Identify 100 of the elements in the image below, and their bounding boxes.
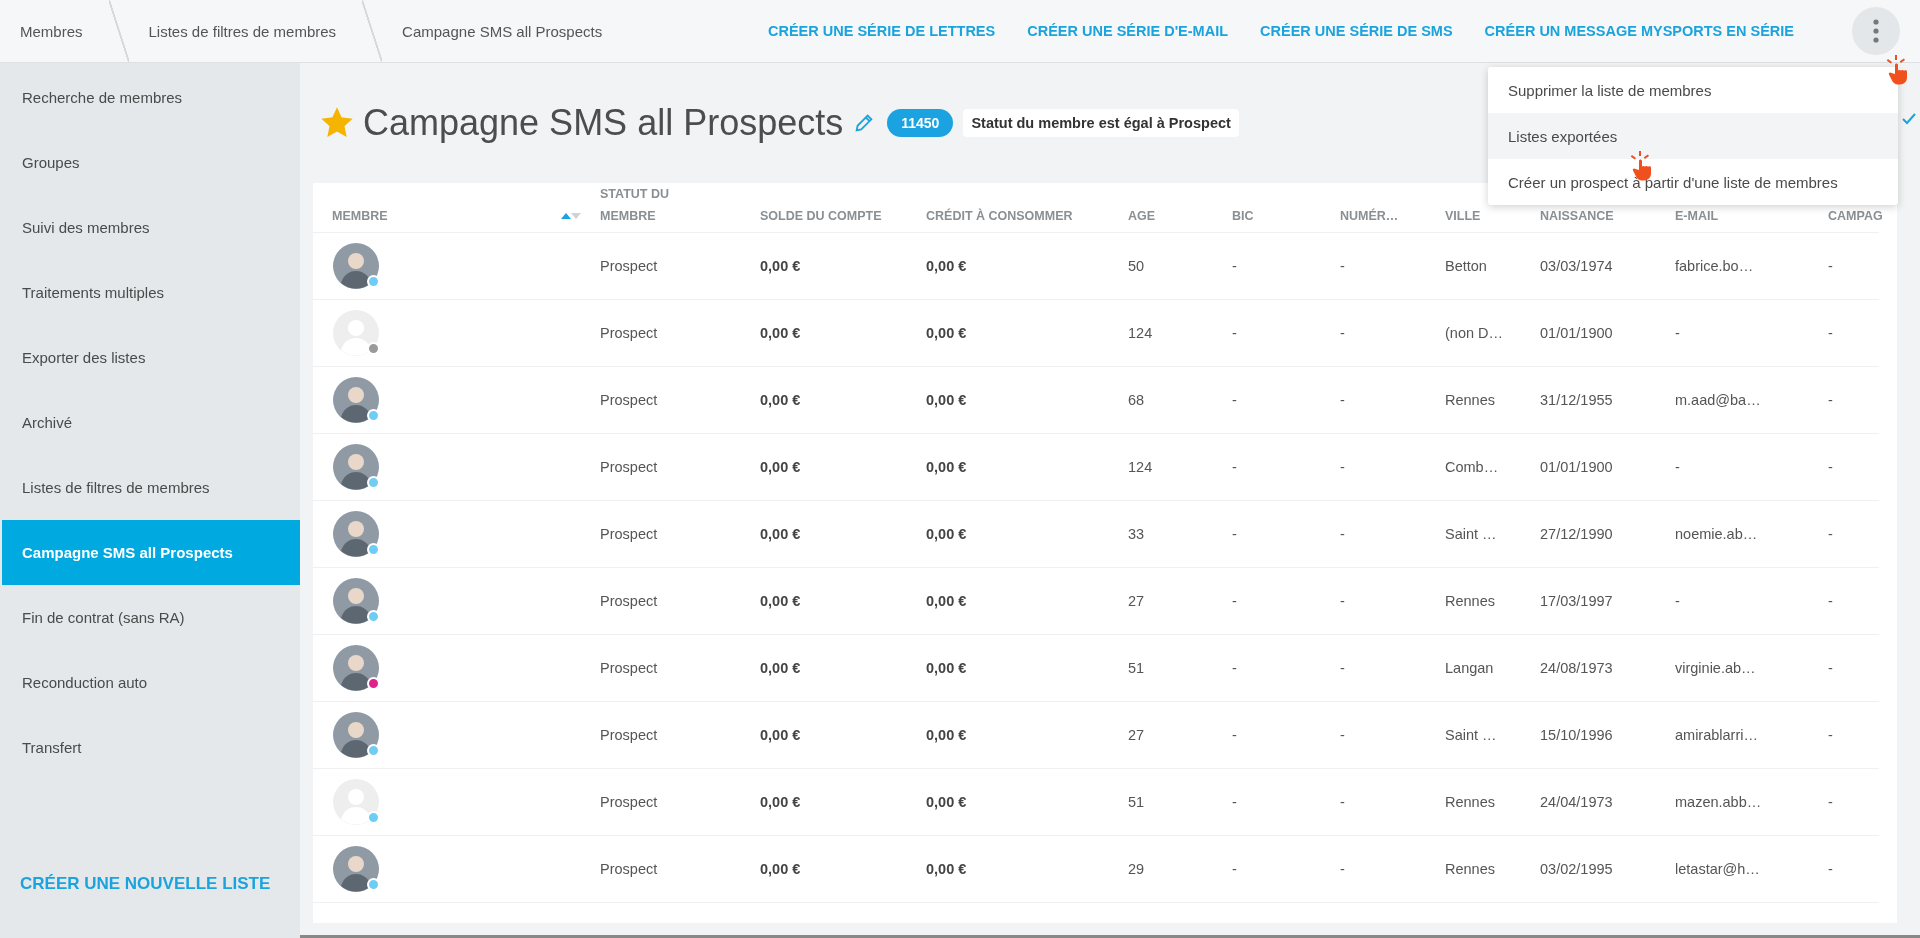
table-cell-text: - bbox=[1827, 593, 1834, 609]
table-cell-text: 33 bbox=[1127, 526, 1146, 542]
column-header[interactable]: MEMBRE bbox=[332, 205, 388, 227]
sidebar-item[interactable]: Fin de contrat (sans RA) bbox=[2, 585, 300, 650]
menu-item[interactable]: Supprimer la liste de membres bbox=[1488, 67, 1898, 113]
table-cell-text: mazen.abb… bbox=[1674, 794, 1763, 810]
table-cell-text: Prospect bbox=[599, 794, 659, 810]
table-cell-text: 0,00 € bbox=[759, 861, 802, 877]
breadcrumb-link[interactable]: Listes de filtres de membres bbox=[128, 0, 363, 62]
table-cell-text: 0,00 € bbox=[759, 593, 802, 609]
table-cell-text: - bbox=[1231, 727, 1238, 743]
action-link[interactable]: CRÉER UN MESSAGE MYSPORTS EN SÉRIE bbox=[1484, 23, 1794, 39]
table-cell-text: 0,00 € bbox=[925, 593, 968, 609]
table-cell-text: 0,00 € bbox=[759, 392, 802, 408]
table-cell-text: 124 bbox=[1127, 459, 1154, 475]
page-title: Campagne SMS all Prospects bbox=[363, 102, 844, 144]
sidebar-item[interactable]: Recherche de membres bbox=[2, 65, 300, 130]
table-cell-text: - bbox=[1827, 392, 1834, 408]
sidebar-item[interactable]: Suivi des membres bbox=[2, 195, 300, 260]
table-cell-text: m.aad@ba… bbox=[1674, 392, 1762, 408]
table-cell-text: Prospect bbox=[599, 459, 659, 475]
table-cell-text: Prospect bbox=[599, 660, 659, 676]
table-cell-text: 0,00 € bbox=[759, 727, 802, 743]
sidebar-item[interactable]: Campagne SMS all Prospects bbox=[2, 520, 300, 585]
sidebar-item[interactable]: Exporter des listes bbox=[2, 325, 300, 390]
table-cell-text: (non D… bbox=[1444, 325, 1505, 341]
sidebar-item[interactable]: Archivé bbox=[2, 390, 300, 455]
table-cell-text: - bbox=[1339, 258, 1346, 274]
table-cell-text: noemie.ab… bbox=[1674, 526, 1759, 542]
table-cell-text: Saint … bbox=[1444, 526, 1498, 542]
sort-icon[interactable] bbox=[560, 212, 582, 220]
table-cell-text: 31/12/1955 bbox=[1539, 392, 1614, 408]
breadcrumb-link[interactable]: Campagne SMS all Prospects bbox=[382, 0, 629, 62]
table-cell-text: 01/01/1900 bbox=[1539, 459, 1614, 475]
sidebar-item[interactable]: Reconduction auto bbox=[2, 650, 300, 715]
column-header[interactable]: E-MAIL bbox=[1675, 205, 1719, 227]
table-cell-text: Prospect bbox=[599, 593, 659, 609]
table-cell-text: Comb… bbox=[1444, 459, 1500, 475]
table-cell-text: 17/03/1997 bbox=[1539, 593, 1614, 609]
table-cell-text: - bbox=[1231, 526, 1238, 542]
column-header[interactable]: CRÉDIT À CONSOMMER bbox=[926, 205, 1073, 227]
column-header[interactable]: STATUT DU MEMBRE bbox=[600, 183, 690, 227]
table-cell-text: - bbox=[1231, 325, 1238, 341]
column-header[interactable]: NUMÉR… bbox=[1340, 205, 1399, 227]
table-cell-text: - bbox=[1339, 392, 1346, 408]
action-link[interactable]: CRÉER UNE SÉRIE DE SMS bbox=[1260, 23, 1453, 39]
table-cell-text: 03/03/1974 bbox=[1539, 258, 1614, 274]
table-cell-text: Prospect bbox=[599, 861, 659, 877]
menu-item[interactable]: Créer un prospect à partir d'une liste de membres bbox=[1488, 159, 1898, 205]
table-cell-text: - bbox=[1827, 325, 1834, 341]
table-cell-text: Betton bbox=[1444, 258, 1488, 274]
column-header[interactable]: NAISSANCE bbox=[1540, 205, 1614, 227]
column-header[interactable]: SOLDE DU COMPTE bbox=[760, 205, 882, 227]
action-link[interactable]: CRÉER UNE SÉRIE DE LETTRES bbox=[768, 23, 996, 39]
star-icon[interactable] bbox=[321, 107, 353, 139]
table-cell-text: 0,00 € bbox=[759, 526, 802, 542]
table-cell-text: 01/01/1900 bbox=[1539, 325, 1614, 341]
more-button[interactable] bbox=[1852, 7, 1900, 55]
table-cell-text: Prospect bbox=[599, 392, 659, 408]
table-cell-text: 27 bbox=[1127, 727, 1146, 743]
column-header[interactable]: AGE bbox=[1128, 205, 1156, 227]
table-cell-text: - bbox=[1339, 660, 1346, 676]
sidebar-item[interactable]: Listes de filtres de membres bbox=[2, 455, 300, 520]
table-cell-text: 68 bbox=[1127, 392, 1146, 408]
sidebar-item[interactable]: Groupes bbox=[2, 130, 300, 195]
table-cell-text: virginie.ab… bbox=[1674, 660, 1757, 676]
table-cell-text: 0,00 € bbox=[925, 727, 968, 743]
table-cell-text: 0,00 € bbox=[759, 258, 802, 274]
table-cell-text: - bbox=[1827, 794, 1834, 810]
table-cell-text: Prospect bbox=[599, 526, 659, 542]
table-cell-text: Rennes bbox=[1444, 593, 1496, 609]
table-cell-text: 0,00 € bbox=[759, 794, 802, 810]
table-cell-text: 0,00 € bbox=[925, 258, 968, 274]
table-cell-text: - bbox=[1339, 727, 1346, 743]
table-cell-text: - bbox=[1674, 459, 1681, 475]
action-link[interactable]: CRÉER UNE SÉRIE D'E-MAIL bbox=[1027, 23, 1229, 39]
check-icon bbox=[1902, 113, 1916, 125]
table-cell-text: 27 bbox=[1127, 593, 1146, 609]
column-header[interactable]: BIC bbox=[1232, 205, 1254, 227]
menu-item[interactable]: Listes exportées bbox=[1488, 113, 1898, 159]
sidebar-item[interactable]: Transfert bbox=[2, 715, 300, 780]
table-cell-text: Rennes bbox=[1444, 392, 1496, 408]
table-cell-text: 0,00 € bbox=[925, 392, 968, 408]
column-header[interactable]: VILLE bbox=[1445, 205, 1481, 227]
sidebar-item[interactable]: Traitements multiples bbox=[2, 260, 300, 325]
table-cell-text: - bbox=[1231, 794, 1238, 810]
table-cell-text: amirablarri… bbox=[1674, 727, 1759, 743]
table-cell-text: Prospect bbox=[599, 258, 659, 274]
table-cell-text: - bbox=[1339, 459, 1346, 475]
create-list-link[interactable]: CRÉER UNE NOUVELLE LISTE bbox=[0, 874, 271, 894]
column-header[interactable]: CAMPAG bbox=[1828, 205, 1883, 227]
table-cell-text: - bbox=[1827, 727, 1834, 743]
table-cell-text: - bbox=[1339, 794, 1346, 810]
table-cell-text: - bbox=[1339, 861, 1346, 877]
breadcrumb-link[interactable]: Membres bbox=[0, 0, 109, 62]
table-cell-text: 51 bbox=[1127, 660, 1146, 676]
table-cell-text: - bbox=[1827, 526, 1834, 542]
table-cell-text: 50 bbox=[1127, 258, 1146, 274]
table-cell-text: Langan bbox=[1444, 660, 1495, 676]
table-cell-text: - bbox=[1827, 258, 1834, 274]
